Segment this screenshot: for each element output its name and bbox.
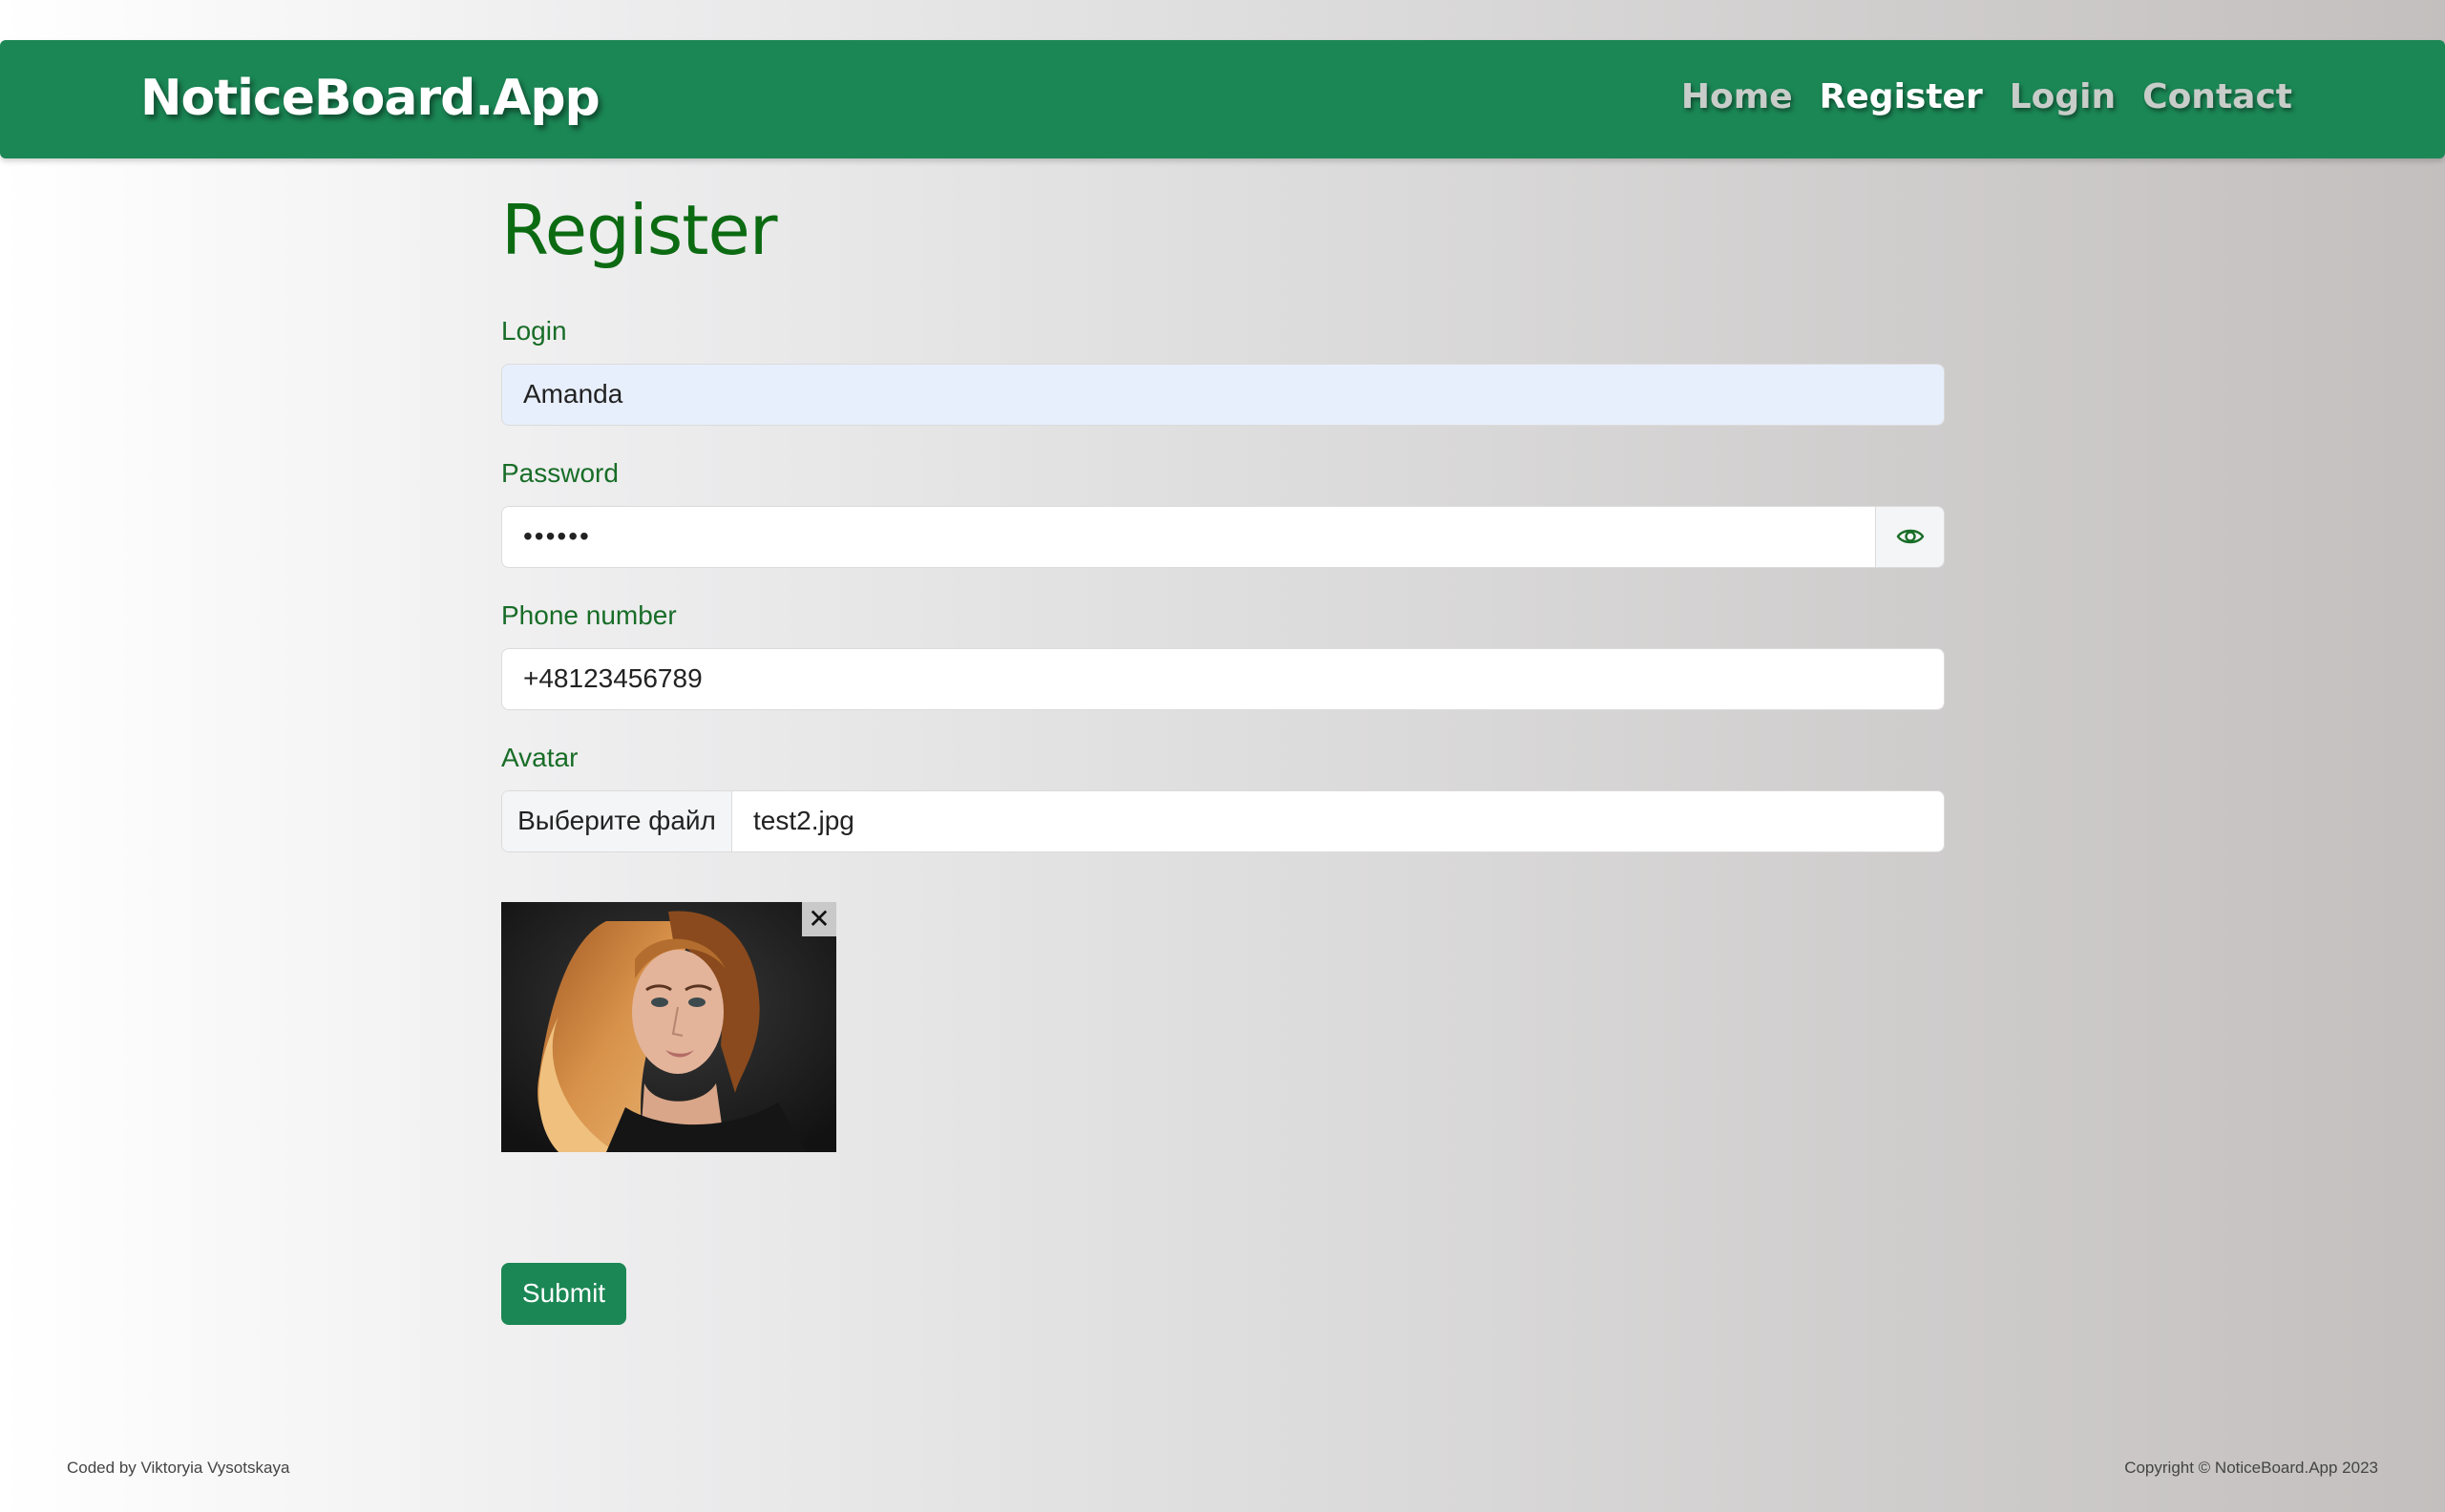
login-input[interactable]	[501, 363, 1945, 426]
avatar-preview: ✕	[501, 901, 836, 1152]
password-label: Password	[501, 457, 619, 488]
footer-copyright: Copyright © NoticeBoard.App 2023	[2124, 1459, 2378, 1477]
submit-button[interactable]: Submit	[501, 1262, 626, 1325]
password-input[interactable]	[501, 505, 1876, 568]
nav-link-register[interactable]: Register	[1820, 76, 1983, 117]
nav-link-contact[interactable]: Contact	[2142, 76, 2292, 117]
eye-icon	[1896, 530, 1924, 544]
top-strip	[0, 0, 2445, 40]
brand-logo[interactable]: NoticeBoard.App	[140, 67, 601, 132]
login-label: Login	[501, 315, 567, 346]
phone-input[interactable]	[501, 647, 1945, 710]
choose-file-button[interactable]: Выберите файл	[502, 790, 732, 851]
nav-link-home[interactable]: Home	[1681, 76, 1793, 117]
navbar: NoticeBoard.App Home Register Login Cont…	[0, 40, 2445, 158]
password-group	[501, 505, 1945, 568]
avatar-file-input[interactable]: Выберите файл test2.jpg	[501, 789, 1945, 852]
file-name: test2.jpg	[753, 806, 854, 836]
avatar-photo	[501, 901, 836, 1152]
page-title: Register	[501, 190, 777, 270]
register-form-container: Register Login Password Phone number Ava…	[501, 191, 1945, 1325]
show-password-button[interactable]	[1876, 505, 1945, 568]
avatar-label: Avatar	[501, 742, 579, 772]
nav-links: Home Register Login Contact	[1681, 76, 2292, 117]
footer-credit: Coded by Viktoryia Vysotskaya	[67, 1459, 290, 1477]
remove-avatar-button[interactable]: ✕	[802, 901, 836, 936]
phone-label: Phone number	[501, 599, 677, 630]
nav-link-login[interactable]: Login	[2010, 76, 2116, 117]
